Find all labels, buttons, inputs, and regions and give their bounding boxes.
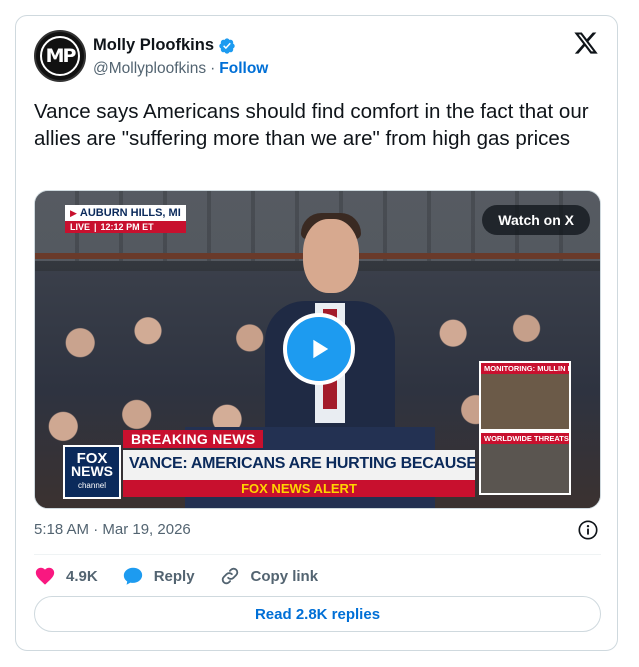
breaking-news-label: BREAKING NEWS: [123, 430, 264, 448]
reply-label: Reply: [153, 567, 195, 585]
play-icon: [313, 339, 329, 359]
tweet-timestamp[interactable]: 5:18 AM · Mar 19, 2026: [34, 521, 191, 538]
x-logo-icon[interactable]: [573, 30, 599, 56]
fox-news-logo: FOX NEWS channel: [63, 445, 121, 499]
author-handle[interactable]: @Mollyploofkins: [93, 60, 206, 78]
video-media[interactable]: ▶ AUBURN HILLS, MI LIVE | 12:12 PM ET Wa…: [34, 190, 601, 509]
location-title: ▶ AUBURN HILLS, MI: [65, 205, 186, 221]
tweet-text: Vance says Americans should find comfort…: [34, 100, 589, 150]
speaker-head: [303, 219, 359, 293]
speech-bubble-icon: [123, 567, 142, 585]
play-button[interactable]: [283, 313, 355, 385]
author-handle-row: @Mollyploofkins · Follow: [93, 60, 268, 78]
like-button[interactable]: 4.9K: [34, 565, 98, 587]
copy-link-label: Copy link: [250, 567, 319, 585]
live-label: LIVE: [70, 222, 91, 232]
footer-divider: [34, 554, 601, 555]
author-display-name[interactable]: Molly Ploofkins: [93, 36, 214, 55]
avatar-initials: MP: [40, 36, 80, 76]
monitor-inset-1: MONITORING: MULLIN HEARING: [479, 361, 571, 431]
like-count: 4.9K: [66, 567, 98, 585]
avatar[interactable]: MP: [34, 30, 86, 82]
location-bug: ▶ AUBURN HILLS, MI LIVE | 12:12 PM ET: [65, 205, 186, 233]
location-triangle-icon: ▶: [70, 207, 77, 218]
tweet-card: MP Molly Ploofkins @Mollyploofkins · Fol…: [15, 15, 618, 651]
verified-badge-icon: [219, 37, 235, 54]
monitor-inset-2: WORLDWIDE THREATS HEARING: [479, 431, 571, 495]
separator-dot: ·: [210, 60, 216, 77]
follow-link[interactable]: Follow: [219, 60, 268, 78]
copy-link-button[interactable]: Copy link: [219, 565, 319, 587]
heart-icon: [35, 567, 55, 585]
fox-logo-line2: NEWS: [71, 463, 113, 479]
author-name-row: Molly Ploofkins: [93, 36, 236, 55]
info-icon[interactable]: [577, 519, 599, 541]
live-divider: |: [94, 222, 97, 232]
link-icon: [221, 567, 238, 585]
reply-button[interactable]: Reply: [122, 565, 195, 587]
chyron-headline: VANCE: AMERICANS ARE HURTING BECAUSE OF …: [123, 450, 475, 480]
monitor-1-label: MONITORING: MULLIN HEARING: [481, 363, 569, 374]
fox-news-alert-bar: FOX NEWS ALERT: [123, 480, 475, 497]
read-replies-button[interactable]: Read 2.8K replies: [34, 596, 601, 632]
action-bar: 4.9K Reply Copy link: [34, 564, 342, 588]
live-time: 12:12 PM ET: [100, 222, 154, 232]
live-bar: LIVE | 12:12 PM ET: [65, 221, 186, 233]
watch-on-x-button[interactable]: Watch on X: [482, 205, 590, 235]
monitor-2-label: WORLDWIDE THREATS HEARING: [481, 433, 569, 444]
location-text: AUBURN HILLS, MI: [79, 207, 181, 219]
fox-logo-line3: channel: [77, 481, 107, 490]
